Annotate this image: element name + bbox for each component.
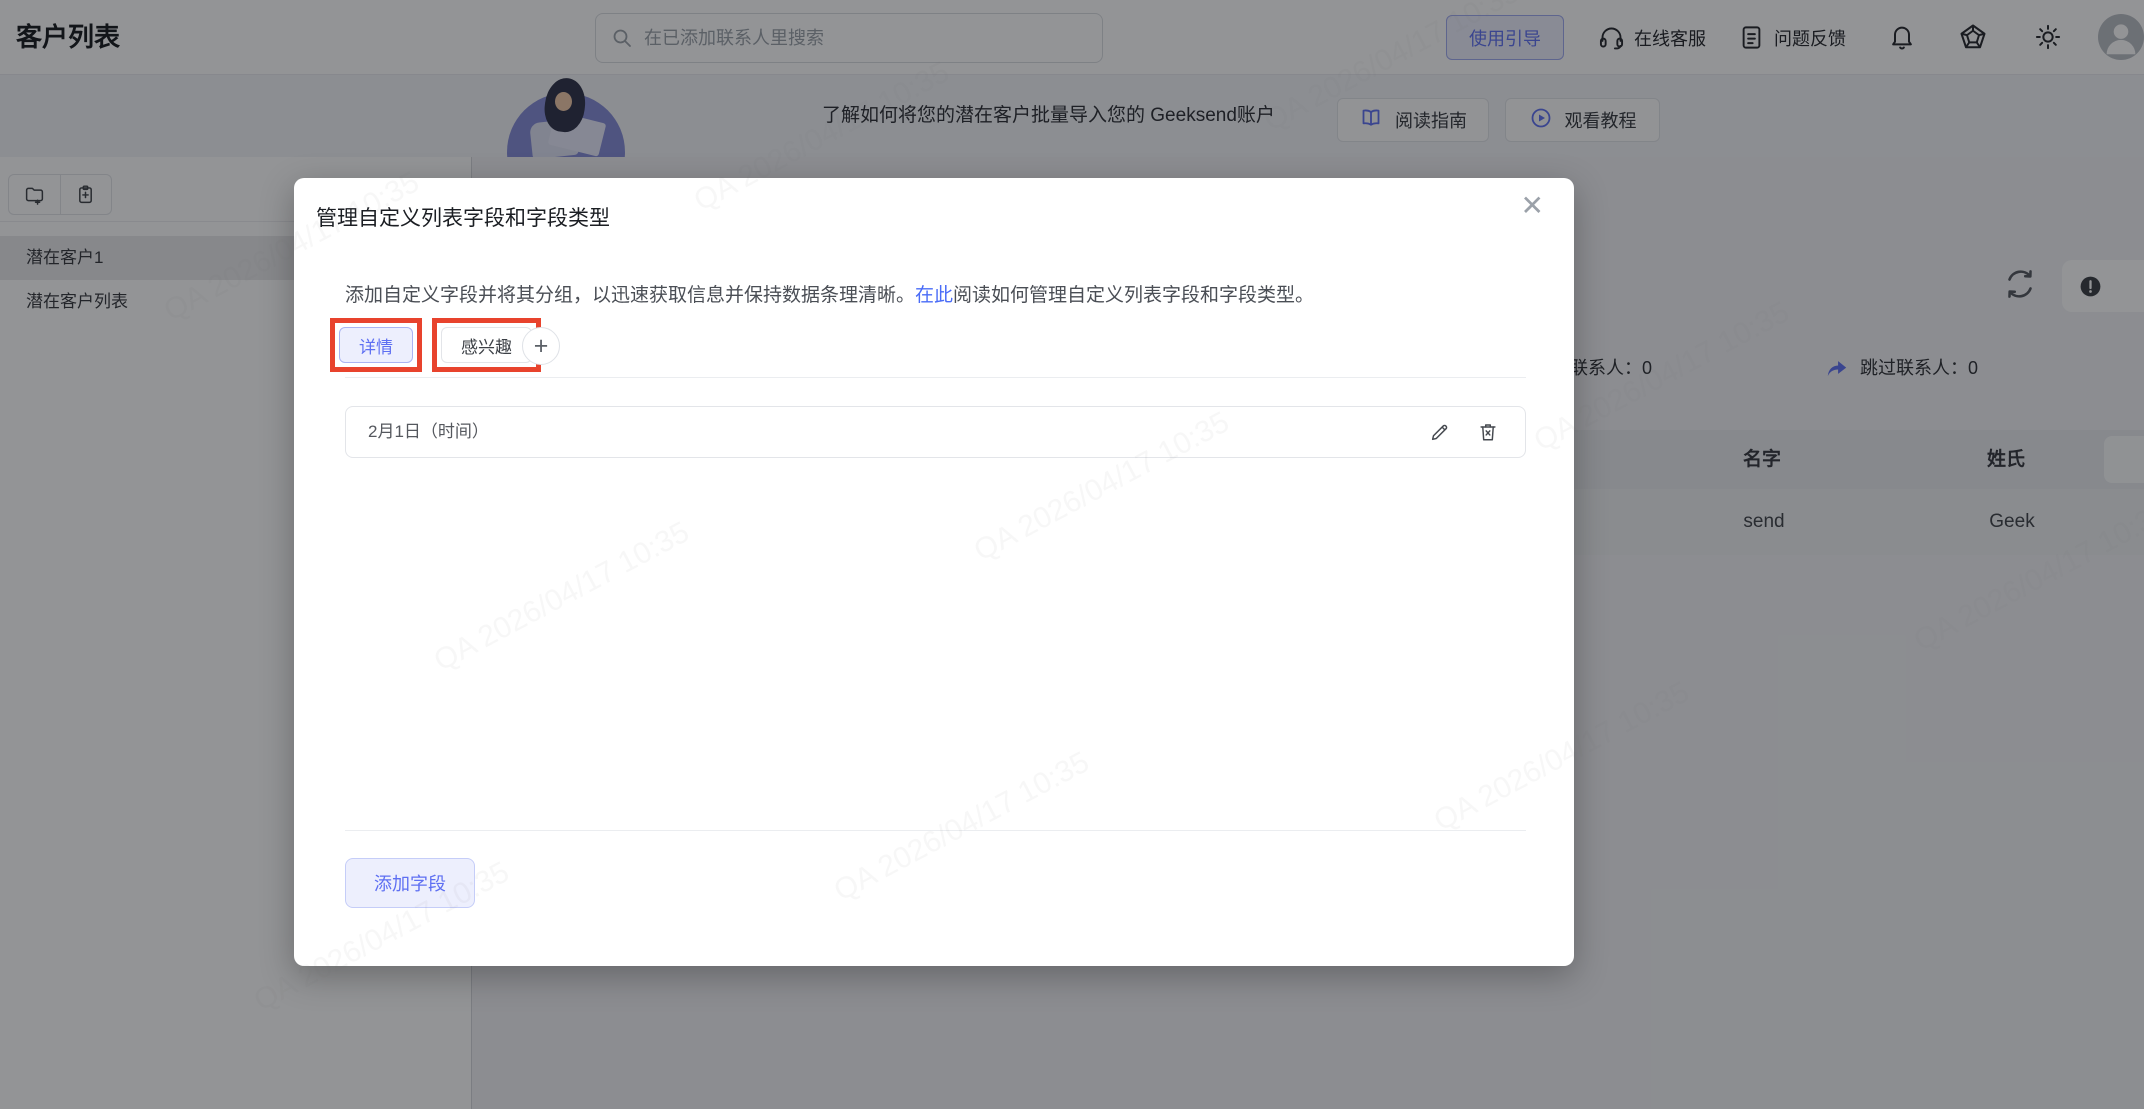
here-link[interactable]: 在此 bbox=[915, 285, 953, 306]
tabs-divider bbox=[345, 377, 1526, 378]
modal-title: 管理自定义列表字段和字段类型 bbox=[316, 207, 610, 230]
custom-fields-modal: 管理自定义列表字段和字段类型 ✕ 添加自定义字段并将其分组，以迅速获取信息并保持… bbox=[294, 178, 1574, 966]
field-name: 2月1日（时间） bbox=[368, 422, 489, 441]
description-text: 添加自定义字段并将其分组，以迅速获取信息并保持数据条理清晰。 bbox=[345, 285, 916, 306]
app-window: 了解如何将您的潜在客户批量导入您的 Geeksend账户 阅读指南 观看教程 客… bbox=[0, 0, 2144, 1109]
close-icon[interactable]: ✕ bbox=[1521, 192, 1544, 220]
tab-interest[interactable]: 感兴趣 bbox=[441, 327, 532, 363]
add-field-button[interactable]: 添加字段 bbox=[345, 858, 475, 908]
footer-divider bbox=[345, 830, 1526, 831]
delete-trash-icon[interactable] bbox=[1477, 421, 1499, 443]
custom-field-row: 2月1日（时间） bbox=[345, 406, 1526, 458]
add-tab-button[interactable]: + bbox=[522, 327, 560, 365]
description-text-after: 阅读如何管理自定义列表字段和字段类型。 bbox=[953, 285, 1315, 306]
annotation-box-details: 详情 bbox=[330, 318, 422, 372]
modal-description: 添加自定义字段并将其分组，以迅速获取信息并保持数据条理清晰。在此阅读如何管理自定… bbox=[345, 280, 1314, 307]
tab-details[interactable]: 详情 bbox=[339, 327, 413, 363]
edit-pencil-icon[interactable] bbox=[1429, 421, 1451, 443]
